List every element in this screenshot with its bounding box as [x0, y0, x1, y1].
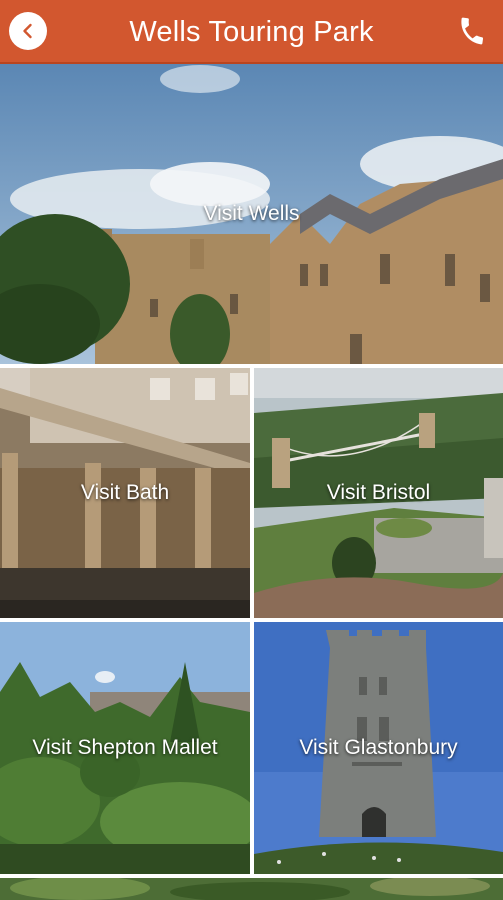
visit-glastonbury-label: Visit Glastonbury: [299, 736, 458, 759]
visit-bath-label: Visit Bath: [80, 481, 170, 504]
visit-shepton-mallet-label: Visit Shepton Mallet: [32, 736, 218, 759]
chevron-left-icon: [23, 23, 32, 39]
visit-bristol-tile[interactable]: Visit Bristol: [254, 368, 503, 618]
garden-image: [0, 878, 503, 900]
visit-bristol-label: Visit Bristol: [326, 481, 431, 504]
visit-bath-tile[interactable]: Visit Bath: [0, 368, 250, 618]
visit-wells-label: Visit Wells: [203, 202, 300, 225]
phone-icon: [461, 17, 484, 45]
visit-shepton-mallet-tile[interactable]: Visit Shepton Mallet: [0, 622, 250, 874]
page-title: Wells Touring Park: [129, 15, 374, 48]
visit-wells-tile[interactable]: Visit Wells: [0, 64, 503, 364]
visit-glastonbury-tile[interactable]: Visit Glastonbury: [254, 622, 503, 874]
call-button[interactable]: [455, 14, 489, 48]
next-tile-partial[interactable]: [0, 878, 503, 900]
app-header: Wells Touring Park: [0, 0, 503, 64]
back-button[interactable]: [9, 12, 47, 50]
